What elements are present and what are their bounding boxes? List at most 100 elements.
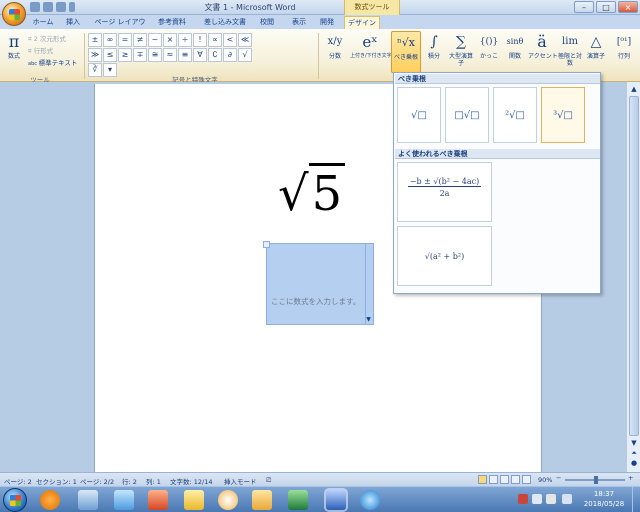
maximize-button[interactable]: □ <box>596 1 616 13</box>
equation-move-handle[interactable] <box>263 241 270 248</box>
tab-references[interactable]: 参考資料 <box>154 16 190 29</box>
powerpoint-icon[interactable] <box>148 490 168 510</box>
symbol-gallery-more-icon[interactable]: ▾ <box>103 63 117 77</box>
network-tray-icon[interactable] <box>532 494 542 504</box>
symbol-button[interactable]: √ <box>238 48 252 62</box>
close-button[interactable]: × <box>618 1 638 13</box>
symbol-button[interactable]: ÷ <box>178 33 192 47</box>
symbol-button[interactable]: ≈ <box>163 48 177 62</box>
radical-button[interactable]: ⁿ√x べき乗根 <box>391 31 421 73</box>
tab-page-layout[interactable]: ページ レイアウト <box>92 16 148 38</box>
symbol-button[interactable]: ± <box>88 33 102 47</box>
pythagorean-formula-option[interactable]: √(a² + b²) <box>397 226 492 286</box>
redo-icon[interactable] <box>56 2 66 12</box>
cube-root-option[interactable]: ³√□ <box>541 87 585 143</box>
save-icon[interactable] <box>30 2 40 12</box>
zoom-level[interactable]: 90% <box>538 476 552 484</box>
folder-icon[interactable] <box>184 490 204 510</box>
bracket-button[interactable]: {()} かっこ <box>476 31 502 73</box>
limit-log-button[interactable]: lim 極限と対数 <box>557 31 583 73</box>
page-count-status[interactable]: ページ: 2/2 <box>80 476 114 486</box>
symbol-button[interactable]: = <box>118 33 132 47</box>
square-root-degree-option[interactable]: ²√□ <box>493 87 537 143</box>
symbol-button[interactable]: ≤ <box>103 48 117 62</box>
section-status[interactable]: セクション: 1 <box>36 476 77 486</box>
linear-format-button[interactable]: ⌗ 行形式 <box>28 45 53 55</box>
professional-format-button[interactable]: ⌗ 2 次元形式 <box>28 33 66 43</box>
browse-object-icon[interactable]: ● <box>629 458 639 468</box>
zoom-slider-knob[interactable] <box>594 476 598 484</box>
symbol-button[interactable]: ~ <box>148 33 162 47</box>
symbol-button[interactable]: ≅ <box>148 48 162 62</box>
symbol-button[interactable]: ∀ <box>193 48 207 62</box>
nth-root-option[interactable]: □√□ <box>445 87 489 143</box>
column-status[interactable]: 列: 1 <box>146 476 161 486</box>
tray-app-icon[interactable] <box>518 494 528 504</box>
symbol-button[interactable]: ∛ <box>88 63 102 77</box>
normal-text-button[interactable]: abc 標準テキスト <box>28 57 77 67</box>
chevron-down-icon[interactable]: ▼ <box>365 316 372 323</box>
scroll-down-icon[interactable]: ▼ <box>629 438 639 448</box>
tab-home[interactable]: ホーム <box>30 16 56 29</box>
internet-explorer-icon[interactable] <box>360 490 380 510</box>
tab-design[interactable]: デザイン <box>344 16 380 29</box>
symbol-button[interactable]: ≪ <box>238 33 252 47</box>
quadratic-formula-option[interactable]: −b ± √(b² − 4ac) 2a <box>397 162 492 222</box>
symbol-button[interactable]: ∓ <box>133 48 147 62</box>
full-screen-view-icon[interactable] <box>489 475 498 484</box>
radical-equation[interactable]: √5 <box>278 163 346 222</box>
start-button[interactable] <box>3 488 27 512</box>
symbol-button[interactable]: ! <box>193 33 207 47</box>
matrix-button[interactable]: [⁰¹] 行列 <box>610 31 638 73</box>
paint-icon[interactable] <box>218 490 238 510</box>
insert-mode-status[interactable]: 挿入モード <box>224 476 257 486</box>
draft-view-icon[interactable] <box>522 475 531 484</box>
symbol-button[interactable]: < <box>223 33 237 47</box>
network-icon[interactable] <box>78 490 98 510</box>
show-desktop-button[interactable] <box>632 487 640 512</box>
line-status[interactable]: 行: 2 <box>122 476 137 486</box>
email-icon[interactable] <box>252 490 272 510</box>
system-clock[interactable]: 18:37 2018/05/28 <box>580 489 628 509</box>
word-count-status[interactable]: 文字数: 12/14 <box>170 476 213 486</box>
undo-icon[interactable] <box>43 2 53 12</box>
customize-qat-icon[interactable] <box>69 2 75 12</box>
operator-button[interactable]: △ 演算子 <box>583 31 609 73</box>
outline-view-icon[interactable] <box>511 475 520 484</box>
symbol-button[interactable]: ≠ <box>133 33 147 47</box>
tab-insert[interactable]: 挿入 <box>62 16 84 29</box>
equation-button[interactable]: π 数式 <box>2 31 26 73</box>
previous-page-icon[interactable]: ⏶ <box>629 448 639 458</box>
equation-placeholder-box[interactable]: ここに数式を入力します。 ▼ <box>263 241 374 325</box>
fraction-button[interactable]: x/y 分数 <box>320 31 350 73</box>
vertical-scrollbar[interactable]: ▲ ▼ ⏶ ● <box>626 82 640 472</box>
accent-button[interactable]: ä アクセント <box>528 31 558 73</box>
square-root-option[interactable]: √□ <box>397 87 441 143</box>
print-layout-view-icon[interactable] <box>478 475 487 484</box>
minimize-button[interactable]: – <box>574 1 594 13</box>
tab-mailings[interactable]: 差し込み文書 <box>200 16 250 29</box>
media-player-icon[interactable] <box>40 490 60 510</box>
excel-icon[interactable] <box>288 490 308 510</box>
flag-tray-icon[interactable] <box>546 494 556 504</box>
symbol-button[interactable]: ≡ <box>178 48 192 62</box>
large-operator-button[interactable]: ∑ 大型演算子 <box>447 31 475 73</box>
symbol-button[interactable]: ∂ <box>223 48 237 62</box>
tab-review[interactable]: 校閲 <box>256 16 278 29</box>
zoom-out-icon[interactable]: − <box>556 474 561 482</box>
macro-record-icon[interactable]: ⎚ <box>266 476 271 485</box>
tab-view[interactable]: 表示 <box>288 16 310 29</box>
volume-tray-icon[interactable] <box>562 494 572 504</box>
office-button[interactable] <box>2 2 26 26</box>
symbol-button[interactable]: × <box>163 33 177 47</box>
function-button[interactable]: sinθ 関数 <box>502 31 528 73</box>
scroll-up-icon[interactable]: ▲ <box>629 84 639 94</box>
symbol-button[interactable]: ≫ <box>88 48 102 62</box>
symbol-button[interactable]: ∁ <box>208 48 222 62</box>
page-number-status[interactable]: ページ: 2 <box>4 476 32 486</box>
word-icon[interactable] <box>326 490 346 510</box>
scrollbar-thumb[interactable] <box>629 96 639 436</box>
tab-developer[interactable]: 開発 <box>316 16 338 29</box>
symbol-button[interactable]: ∝ <box>208 33 222 47</box>
integral-button[interactable]: ∫ 積分 <box>422 31 446 73</box>
